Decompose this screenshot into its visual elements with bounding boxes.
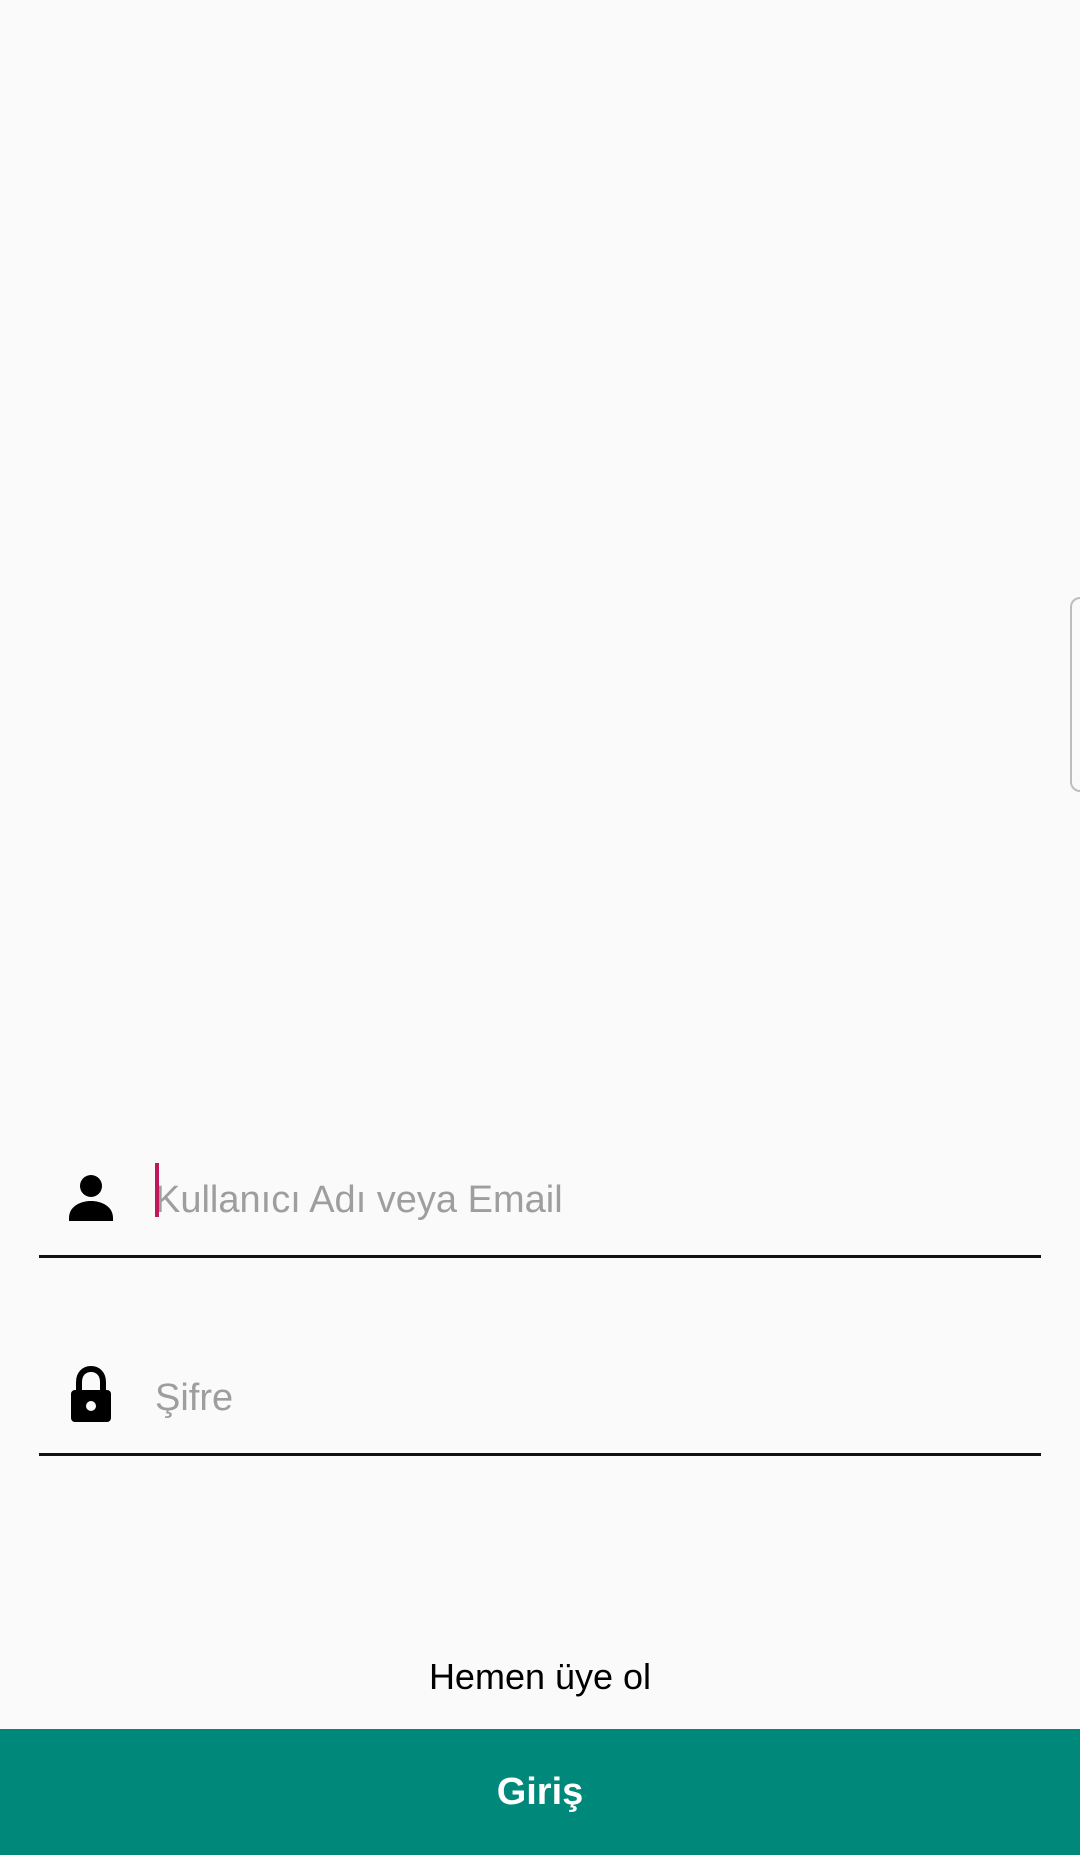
username-field[interactable]: [39, 1148, 1041, 1258]
lock-icon: [67, 1366, 115, 1426]
person-icon: [67, 1168, 115, 1228]
login-button[interactable]: Giriş: [0, 1729, 1080, 1855]
username-input[interactable]: [155, 1160, 1015, 1240]
text-caret: [155, 1163, 159, 1217]
login-screen: Hemen üye ol Giriş: [0, 0, 1080, 1855]
signup-link[interactable]: Hemen üye ol: [0, 1656, 1080, 1698]
edge-panel-handle[interactable]: [1070, 597, 1080, 792]
password-input[interactable]: [155, 1358, 1015, 1438]
password-field[interactable]: [39, 1346, 1041, 1456]
